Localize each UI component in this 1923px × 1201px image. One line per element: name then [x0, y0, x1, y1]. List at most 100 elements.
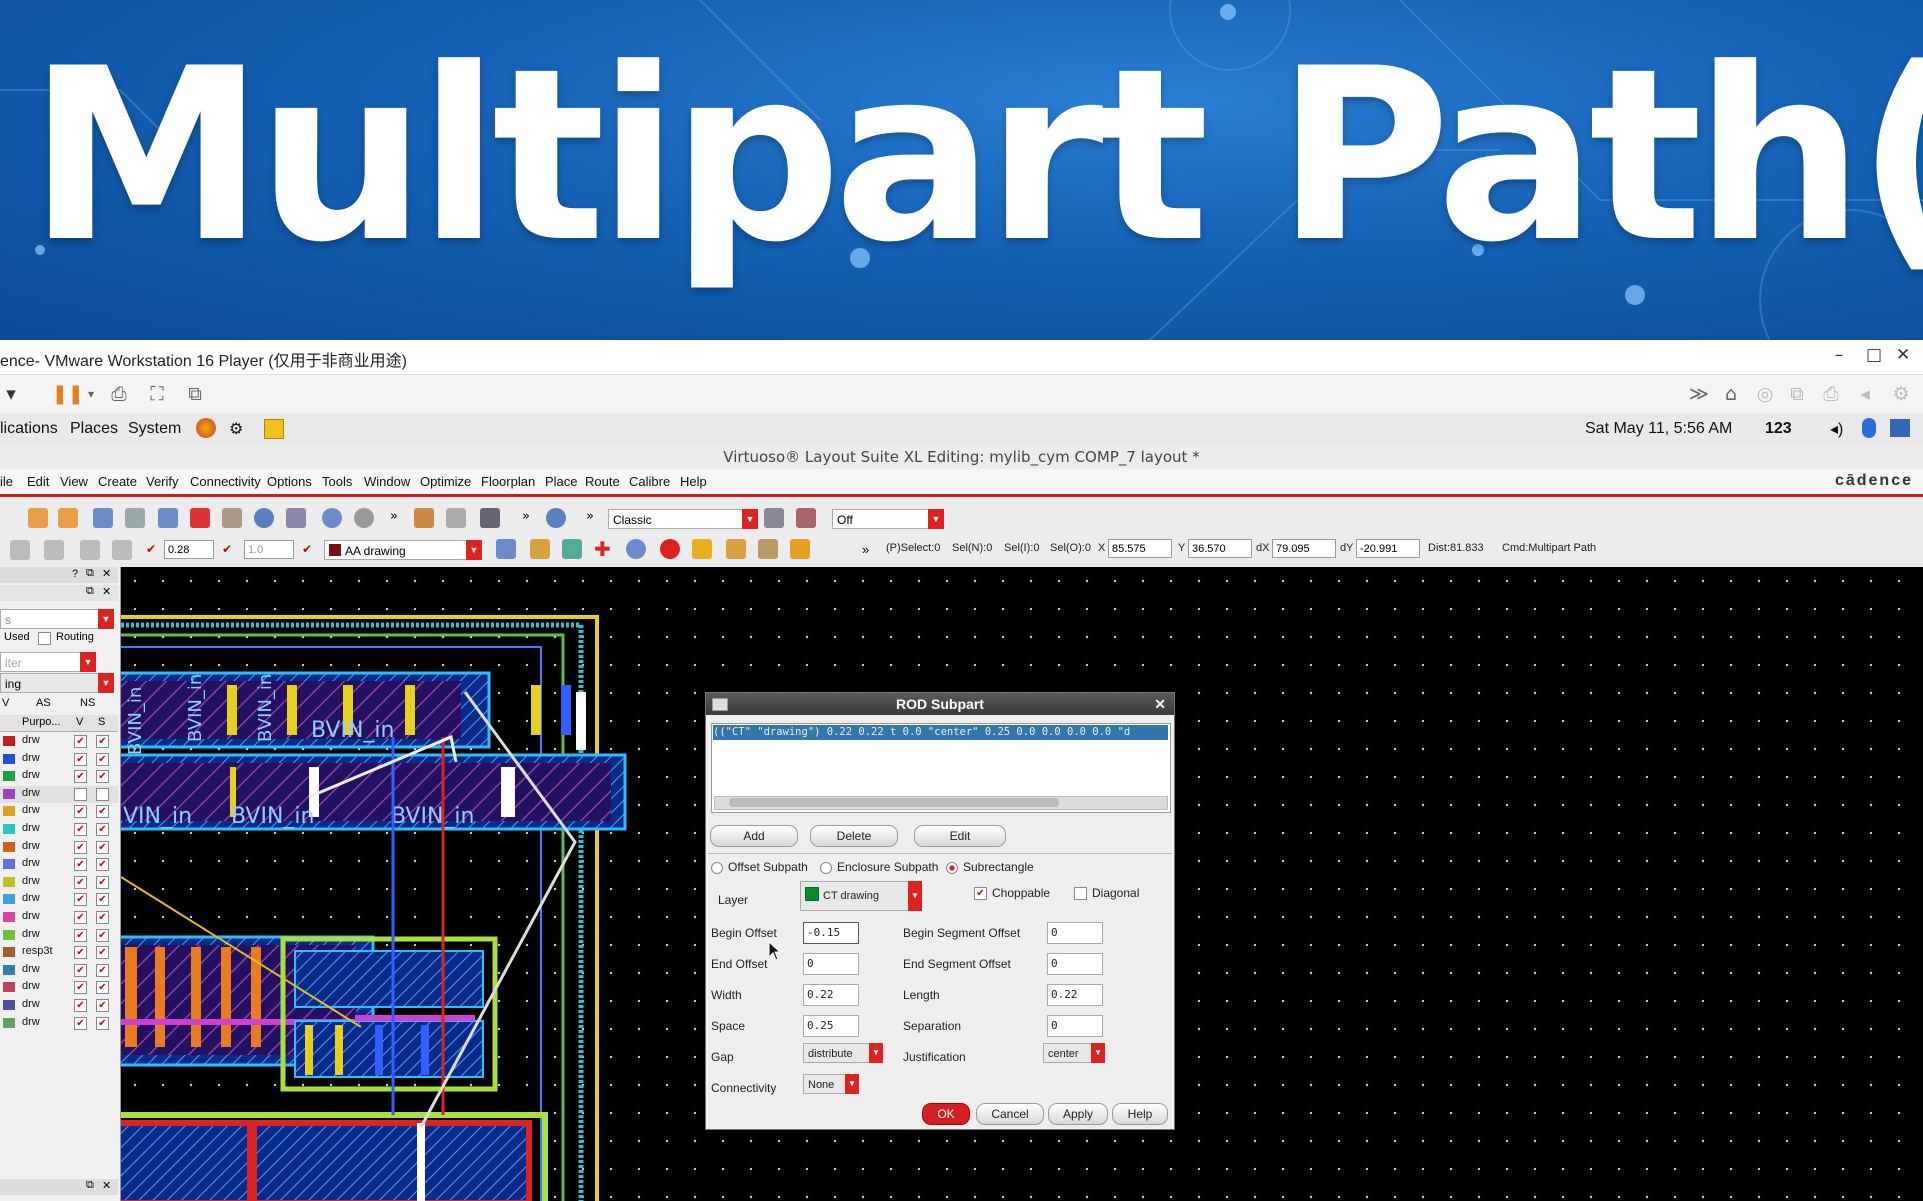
width-input[interactable]: 0.22 — [803, 984, 859, 1006]
float-icon[interactable]: ⧉ — [86, 1179, 94, 1192]
fullscreen-icon[interactable]: ⛶ — [146, 383, 168, 405]
purpose-header[interactable]: Purpo... — [22, 716, 61, 728]
close-icon[interactable]: ✕ — [1154, 693, 1166, 715]
selectable-checkbox[interactable] — [96, 787, 109, 801]
delete-icon[interactable] — [190, 508, 210, 528]
subrectangle-radio[interactable] — [946, 862, 958, 874]
selectable-header[interactable]: S — [98, 716, 105, 728]
layer-row[interactable]: drw ✔ ✔ — [0, 909, 118, 926]
menu-place[interactable]: Place — [545, 474, 578, 489]
close-icon[interactable]: ✕ — [102, 585, 111, 598]
firefox-icon[interactable] — [196, 418, 216, 438]
dropdown-icon[interactable]: ▾ — [0, 383, 22, 405]
merge-icon[interactable] — [222, 508, 242, 528]
justification-combo[interactable]: center ▼ — [1043, 1043, 1105, 1063]
visible-header[interactable]: V — [76, 716, 83, 728]
menu-calibre[interactable]: Calibre — [629, 474, 670, 489]
ns-column[interactable]: NS — [80, 697, 95, 709]
subpart-list[interactable]: (("CT" "drawing") 0.22 0.22 t 0.0 "cente… — [711, 723, 1171, 813]
routing-checkbox[interactable] — [38, 632, 51, 645]
grid-icon[interactable] — [10, 540, 30, 560]
choppable-checkbox[interactable]: ✔ — [974, 887, 987, 900]
selectable-checkbox[interactable]: ✔ — [96, 840, 109, 854]
more-icon[interactable]: » — [522, 509, 530, 524]
drive-icon[interactable]: ⌂ — [1720, 383, 1742, 405]
selectable-checkbox[interactable]: ✔ — [96, 1016, 109, 1030]
visible-checkbox[interactable]: ✔ — [74, 928, 87, 942]
path-icon[interactable] — [530, 539, 550, 559]
chart-icon[interactable] — [112, 540, 132, 560]
layer-row[interactable]: drw ✔ ✔ — [0, 768, 118, 785]
menu-file[interactable]: ile — [0, 474, 13, 489]
layer-row[interactable]: drw ✔ ✔ — [0, 979, 118, 996]
more-icon[interactable]: » — [862, 542, 869, 557]
layer-row[interactable]: drw ✔ ✔ — [0, 997, 118, 1014]
set-select[interactable]: ing ▼ — [0, 673, 114, 693]
visible-checkbox[interactable]: ✔ — [74, 963, 87, 977]
check-icon[interactable]: ✔ — [302, 542, 312, 556]
selectable-checkbox[interactable]: ✔ — [96, 875, 109, 889]
layer-select[interactable]: AA drawing ▼ — [324, 540, 482, 560]
window-menu-icon[interactable] — [712, 698, 728, 711]
selectable-checkbox[interactable]: ✔ — [96, 999, 109, 1012]
menu-tools[interactable]: Tools — [322, 474, 352, 489]
close-button[interactable]: ✕ — [1896, 345, 1910, 365]
selectable-checkbox[interactable]: ✔ — [96, 858, 109, 872]
layer-row[interactable]: drw ✔ ✔ — [0, 803, 118, 820]
end-segment-offset-input[interactable]: 0 — [1047, 953, 1103, 975]
ok-button[interactable]: OK — [922, 1103, 970, 1125]
menu-edit[interactable]: Edit — [27, 474, 49, 489]
v-column[interactable]: V — [2, 697, 9, 709]
via-icon[interactable] — [562, 539, 582, 559]
visible-checkbox[interactable]: ✔ — [74, 999, 87, 1012]
send-ctrl-alt-del-icon[interactable]: ⎙ — [108, 383, 130, 405]
close-icon[interactable]: ✕ — [102, 567, 111, 580]
undo-icon[interactable] — [28, 508, 48, 528]
workspace-save-icon[interactable] — [764, 508, 784, 528]
menu-route[interactable]: Route — [585, 474, 620, 489]
visible-checkbox[interactable]: ✔ — [74, 875, 87, 889]
layer-row[interactable]: drw ✔ ✔ — [0, 856, 118, 873]
visible-checkbox[interactable]: ✔ — [74, 911, 87, 924]
hierarchy-icon[interactable] — [322, 508, 342, 528]
check-icon[interactable]: ✔ — [146, 542, 156, 556]
delete-button[interactable]: Delete — [810, 825, 898, 847]
network-status-icon[interactable] — [1890, 419, 1910, 437]
more-icon[interactable]: » — [586, 509, 594, 524]
enclosure-subpath-radio[interactable] — [820, 862, 832, 874]
begin-segment-offset-input[interactable]: 0 — [1047, 922, 1103, 944]
menu-connectivity[interactable]: Connectivity — [190, 474, 261, 489]
selectable-checkbox[interactable]: ✔ — [96, 752, 109, 766]
selectable-checkbox[interactable]: ✔ — [96, 911, 109, 924]
menu-help[interactable]: Help — [680, 474, 707, 489]
gap-combo[interactable]: distribute ▼ — [803, 1043, 883, 1063]
close-icon[interactable]: ✕ — [102, 1179, 111, 1192]
apply-button[interactable]: Apply — [1048, 1103, 1108, 1125]
menu-verify[interactable]: Verify — [146, 474, 179, 489]
separation-input[interactable]: 0 — [1047, 1015, 1103, 1037]
visible-checkbox[interactable]: ✔ — [74, 735, 87, 748]
visible-checkbox[interactable]: ✔ — [74, 981, 87, 995]
menu-options[interactable]: Options — [267, 474, 312, 489]
clock[interactable]: Sat May 11, 5:56 AM — [1585, 420, 1732, 438]
mode-select[interactable]: Off ▼ — [832, 509, 944, 529]
menu-optimize[interactable]: Optimize — [420, 474, 471, 489]
help-icon[interactable]: ? — [72, 568, 78, 580]
alert-icon[interactable] — [790, 539, 810, 559]
zoom-icon[interactable] — [546, 508, 566, 528]
visible-checkbox[interactable]: ✔ — [74, 770, 87, 784]
selectable-checkbox[interactable]: ✔ — [96, 735, 109, 748]
end-offset-input[interactable]: 0 — [803, 953, 859, 975]
menu-view[interactable]: View — [60, 474, 88, 489]
copy-icon[interactable] — [125, 508, 145, 528]
layer-row[interactable]: drw ✔ ✔ — [0, 927, 118, 944]
selectable-checkbox[interactable]: ✔ — [96, 823, 109, 836]
offset-subpath-radio[interactable] — [711, 862, 723, 874]
dialog-title-bar[interactable]: ROD Subpart ✕ — [706, 693, 1174, 715]
drc-icon[interactable] — [758, 539, 778, 559]
crosshair-icon[interactable]: ✚ — [594, 537, 611, 562]
cancel-button[interactable]: Cancel — [976, 1103, 1044, 1125]
layer-row[interactable]: drw ✔ ✔ — [0, 733, 118, 750]
filter-input[interactable]: lter ▼ — [0, 652, 96, 672]
volume-icon[interactable]: ◂) — [1830, 419, 1843, 439]
